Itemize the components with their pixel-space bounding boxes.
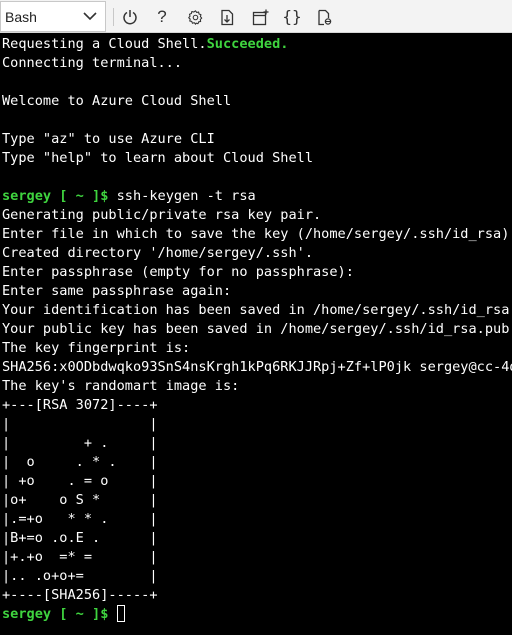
terminal-line: The key's randomart image is: [2, 378, 240, 394]
shell-type-label: Bash [5, 9, 37, 25]
shell-type-select[interactable]: Bash [0, 1, 106, 32]
terminal-input-line[interactable]: sergey [ ~ ]$ [2, 605, 512, 624]
terminal-line: Connecting terminal... [2, 55, 183, 71]
web-preview-icon [317, 9, 331, 25]
upload-download-button[interactable] [215, 5, 239, 29]
terminal-line: Your public key has been saved in /home/… [2, 321, 510, 337]
new-session-icon [252, 9, 268, 25]
terminal-line: Generating public/private rsa key pair. [2, 207, 322, 223]
power-icon [123, 10, 137, 25]
new-session-button[interactable] [248, 5, 272, 29]
help-icon: ? [157, 7, 167, 26]
terminal-line: Requesting a Cloud Shell.Succeeded. [2, 36, 289, 52]
randomart-line: |o+ o S * | [2, 492, 158, 508]
terminal-line: Type "az" to use Azure CLI [2, 131, 215, 147]
terminal-output[interactable]: Requesting a Cloud Shell.Succeeded. Conn… [0, 35, 512, 635]
randomart-line: | + . | [2, 435, 158, 451]
terminal-line: Your identification has been saved in /h… [2, 302, 510, 318]
shell-prompt: sergey [ ~ ]$ [2, 606, 109, 622]
chevron-down-icon [83, 12, 97, 21]
randomart-line: |B+=o .o.E . | [2, 530, 158, 546]
terminal-line: Enter passphrase (empty for no passphras… [2, 264, 354, 280]
gear-icon [187, 9, 202, 25]
terminal-line: The key fingerprint is: [2, 340, 191, 356]
randomart-line: |+.+o =* = | [2, 549, 158, 565]
editor-button[interactable]: {} [280, 5, 304, 29]
editor-braces-icon: {} [282, 7, 302, 26]
command-text [108, 606, 116, 622]
toolbar-separator [113, 8, 114, 26]
key-fingerprint-line: SHA256:x0ODbdwqko93SnS4nsKrgh1kPq6RKJJRp… [2, 359, 512, 375]
randomart-line: | +o . = o | [2, 473, 158, 489]
randomart-line: +----[SHA256]-----+ [2, 587, 158, 603]
terminal-line: Enter file in which to save the key (/ho… [2, 226, 512, 242]
terminal-line: Type "help" to learn about Cloud Shell [2, 150, 313, 166]
restart-button[interactable] [118, 5, 142, 29]
terminal-line: Welcome to Azure Cloud Shell [2, 93, 232, 109]
randomart-line: | o . * . | [2, 454, 158, 470]
randomart-line: | | [2, 416, 158, 432]
settings-button[interactable] [183, 5, 207, 29]
randomart-line: |.=+o * * . | [2, 511, 158, 527]
command-text: ssh-keygen -t rsa [108, 188, 256, 204]
terminal-line: Enter same passphrase again: [2, 283, 232, 299]
terminal-cursor [116, 605, 125, 622]
terminal-line: Created directory '/home/sergey/.ssh'. [2, 245, 313, 261]
randomart-line: |.. .o+o+= | [2, 568, 158, 584]
cloud-shell-toolbar: Bash ? {} [0, 0, 512, 33]
help-button[interactable]: ? [150, 5, 174, 29]
randomart-line: +---[RSA 3072]----+ [2, 397, 158, 413]
upload-download-icon [220, 9, 233, 25]
web-preview-button[interactable] [312, 5, 336, 29]
terminal-command-line: sergey [ ~ ]$ ssh-keygen -t rsa [2, 187, 512, 206]
shell-prompt: sergey [ ~ ]$ [2, 188, 109, 204]
